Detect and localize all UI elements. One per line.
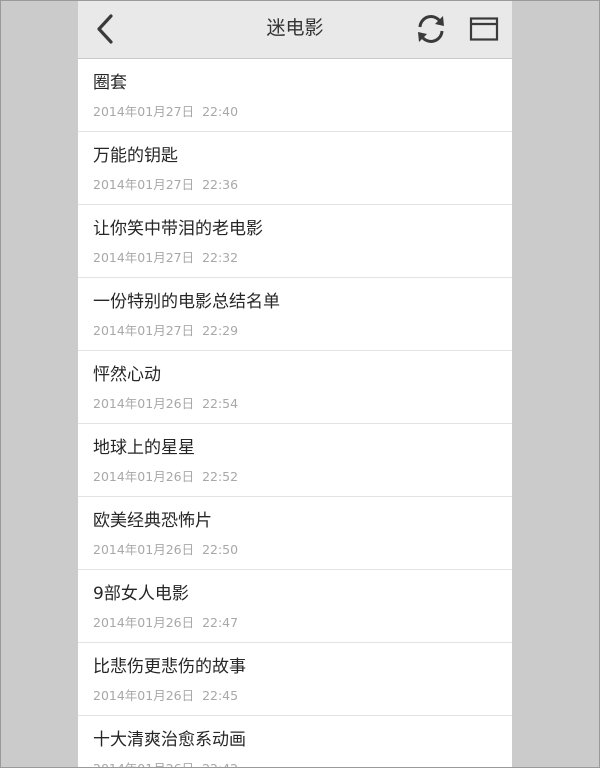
refresh-button[interactable] [414,12,448,46]
article-list: 圈套 2014年01月27日 22:40 万能的钥匙 2014年01月27日 2… [78,59,512,768]
item-title: 十大清爽治愈系动画 [93,730,246,750]
item-title: 怦然心动 [93,365,161,385]
item-title: 比悲伤更悲伤的故事 [93,657,246,677]
window-button[interactable] [468,14,500,44]
list-item[interactable]: 一份特别的电影总结名单 2014年01月27日 22:29 [78,278,512,351]
list-item[interactable]: 圈套 2014年01月27日 22:40 [78,59,512,132]
list-item[interactable]: 9部女人电影 2014年01月26日 22:47 [78,570,512,643]
item-title: 让你笑中带泪的老电影 [93,219,263,239]
item-title: 9部女人电影 [93,584,189,604]
refresh-icon [418,15,444,43]
list-item[interactable]: 欧美经典恐怖片 2014年01月26日 22:50 [78,497,512,570]
item-timestamp: 2014年01月27日 22:36 [93,177,239,192]
item-timestamp: 2014年01月27日 22:29 [93,323,239,338]
item-timestamp: 2014年01月27日 22:40 [93,104,239,119]
app-header: 迷电影 [78,0,512,59]
item-title: 欧美经典恐怖片 [93,511,212,531]
item-title: 圈套 [93,73,127,93]
item-timestamp: 2014年01月26日 22:50 [93,542,239,557]
app-screen: 迷电影 圈套 2014年01月27日 22:40 万能的钥匙 2014年01月2… [78,0,512,768]
item-title: 一份特别的电影总结名单 [93,292,280,312]
item-timestamp: 2014年01月26日 22:47 [93,615,239,630]
item-title: 地球上的星星 [93,438,195,458]
list-item[interactable]: 十大清爽治愈系动画 2014年01月26日 22:42 [78,716,512,768]
list-item[interactable]: 怦然心动 2014年01月26日 22:54 [78,351,512,424]
window-icon [469,17,499,41]
item-timestamp: 2014年01月26日 22:54 [93,396,239,411]
list-item[interactable]: 万能的钥匙 2014年01月27日 22:36 [78,132,512,205]
item-title: 万能的钥匙 [93,146,178,166]
item-timestamp: 2014年01月26日 22:52 [93,469,239,484]
item-timestamp: 2014年01月26日 22:45 [93,688,239,703]
item-timestamp: 2014年01月26日 22:42 [93,760,238,768]
list-item[interactable]: 地球上的星星 2014年01月26日 22:52 [78,424,512,497]
list-item[interactable]: 比悲伤更悲伤的故事 2014年01月26日 22:45 [78,643,512,716]
item-timestamp: 2014年01月27日 22:32 [93,250,239,265]
list-item[interactable]: 让你笑中带泪的老电影 2014年01月27日 22:32 [78,205,512,278]
